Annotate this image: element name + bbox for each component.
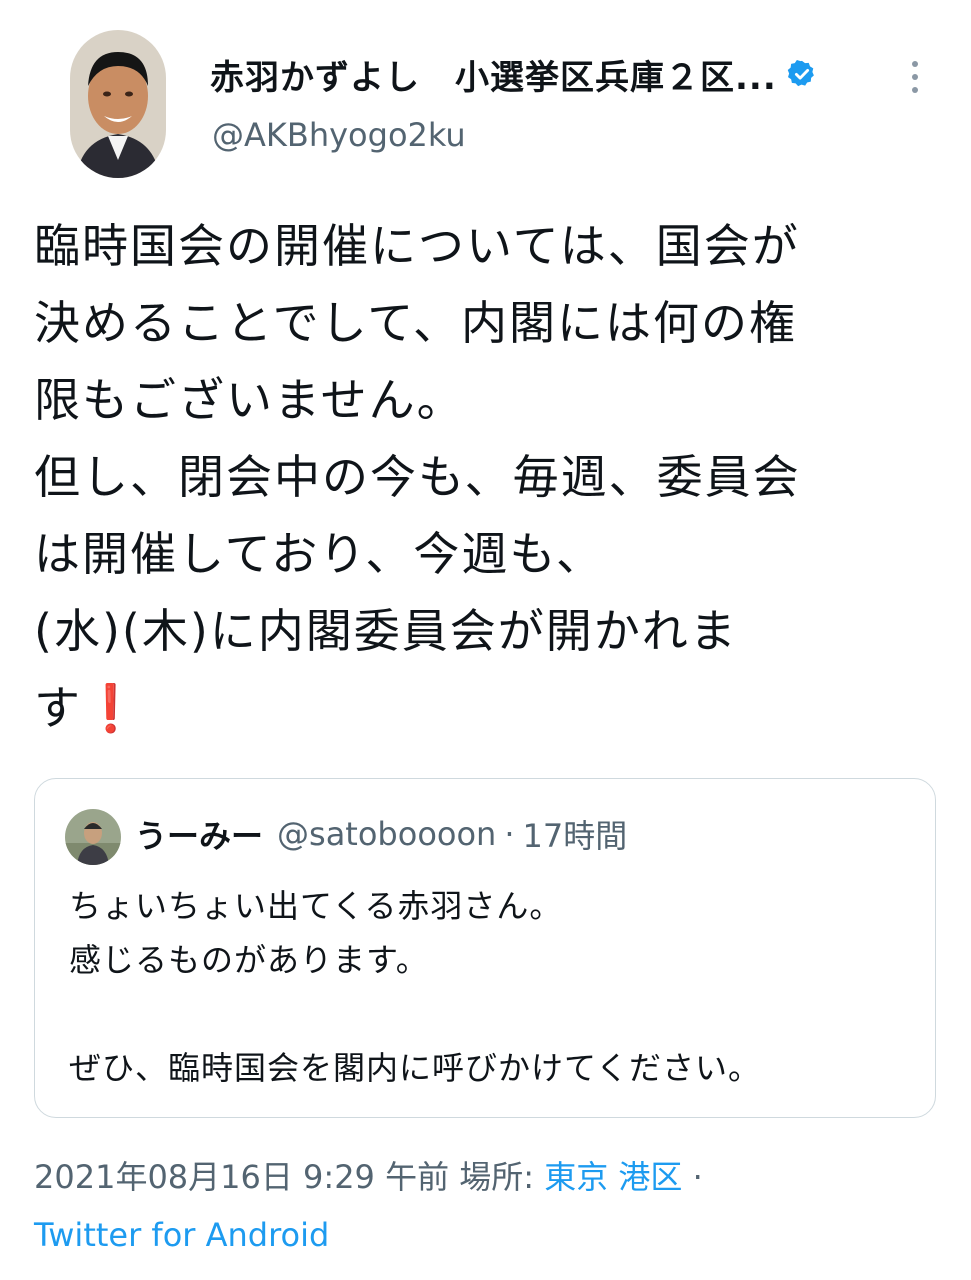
quoted-tweet-text: ちょいちょい出てくる赤羽さん。 感じるものがあります。 ぜひ、臨時国会を閣内に呼… xyxy=(69,887,762,1087)
meta-separator: · xyxy=(692,1158,703,1196)
quoted-tweet-card[interactable]: うーみー @satoboooon · 17時間 ちょいちょい出てくる赤羽さん。 … xyxy=(34,778,936,1118)
quoted-tweet-header: うーみー @satoboooon · 17時間 xyxy=(135,811,627,857)
author-avatar-image xyxy=(70,30,166,178)
quoted-avatar-image xyxy=(65,809,121,865)
source-link[interactable]: Twitter for Android xyxy=(34,1216,329,1254)
quoted-author-avatar xyxy=(65,809,121,865)
author-handle[interactable]: @AKBhyogo2ku xyxy=(212,116,466,154)
verified-badge-icon xyxy=(787,60,814,87)
more-options-icon[interactable] xyxy=(900,52,930,102)
author-avatar[interactable] xyxy=(70,30,166,178)
quoted-author-name: うーみー xyxy=(135,817,264,855)
location-label: 場所: xyxy=(459,1158,535,1196)
author-name-row: 赤羽かずよし 小選挙区兵庫２区... xyxy=(210,48,817,100)
quoted-timestamp: 17時間 xyxy=(522,817,628,855)
tweet-timestamp[interactable]: 2021年08月16日 9:29 午前 xyxy=(34,1158,449,1196)
tweet-text: 臨時国会の開催については、国会が 決めることでして、内閣には何の権 限もございま… xyxy=(34,208,944,747)
tweet-metadata: 2021年08月16日 9:29 午前 場所: 東京 港区 · Twitter f… xyxy=(34,1148,954,1264)
location-link[interactable]: 東京 港区 xyxy=(544,1158,682,1196)
tweet-body: 臨時国会の開催については、国会が 決めることでして、内閣には何の権 限もございま… xyxy=(34,219,801,735)
quoted-separator: · xyxy=(504,815,515,853)
quoted-author-handle: @satoboooon xyxy=(277,815,497,853)
exclamation-emoji-icon: ❗ xyxy=(82,681,142,735)
author-display-name[interactable]: 赤羽かずよし 小選挙区兵庫２区... xyxy=(210,50,777,99)
